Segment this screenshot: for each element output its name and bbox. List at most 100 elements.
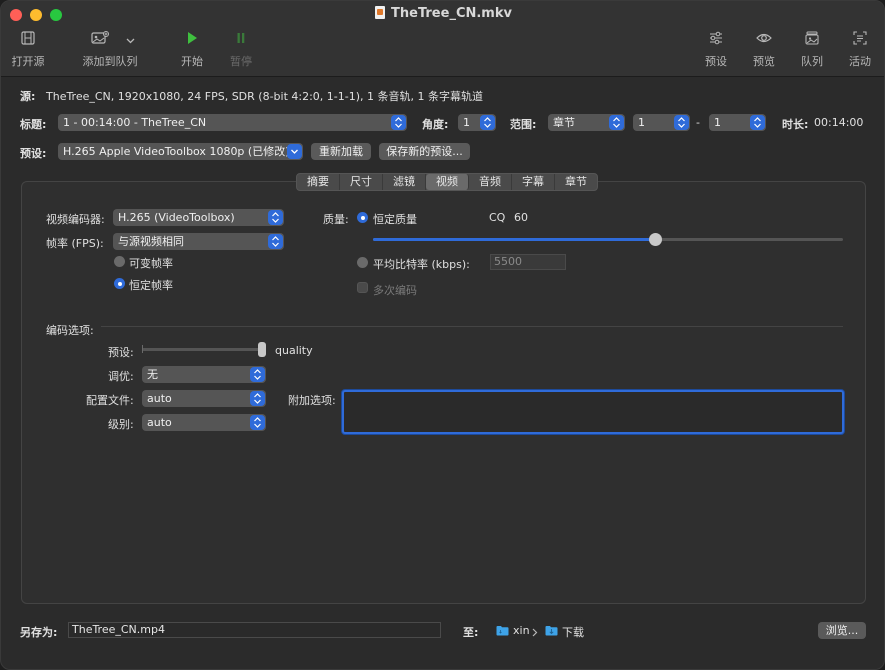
updown-chevron-icon [674,115,689,130]
reload-preset-button[interactable]: 重新加载 [311,143,371,160]
updown-chevron-icon [250,367,265,382]
range-start-select[interactable]: 1 [633,114,690,131]
quality-slider-fill [373,238,655,241]
profile-label: 配置文件: [86,394,134,407]
slider-tick [142,345,143,353]
duration-label: 时长: [782,118,809,131]
cq-value: 60 [514,211,528,224]
updown-chevron-icon [609,115,624,130]
variable-framerate-radio[interactable] [114,256,125,267]
range-type-select[interactable]: 章节 [548,114,625,131]
preview-button[interactable]: 预览 [752,31,776,69]
photo-stack-icon [800,31,824,47]
encoder-preset-label: 预设: [108,346,134,359]
window-title: TheTree_CN.mkv [1,6,884,21]
activity-log-icon [848,31,872,47]
constant-quality-radio[interactable] [357,212,368,223]
profile-select[interactable]: auto [142,390,266,407]
level-label: 级别: [108,418,134,431]
updown-chevron-icon [750,115,765,130]
encoder-preset-slider-knob[interactable] [258,342,266,357]
range-dash: - [696,116,700,129]
updown-chevron-icon [268,210,283,225]
sliders-icon [704,31,728,47]
bitrate-field[interactable]: 5500 [490,254,566,270]
updown-chevron-icon [250,391,265,406]
play-icon [180,31,204,47]
path-folder-downloads[interactable]: 下载 [562,624,584,640]
level-select[interactable]: auto [142,414,266,431]
chevron-down-icon [287,144,302,159]
encoder-options-label: 编码选项: [46,324,94,337]
pause-icon [229,31,253,47]
tune-select[interactable]: 无 [142,366,266,383]
downloads-folder-icon [545,625,558,639]
range-end-select[interactable]: 1 [709,114,766,131]
updown-chevron-icon [268,234,283,249]
save-new-preset-button[interactable]: 保存新的预设... [379,143,470,160]
avg-bitrate-radio[interactable] [357,257,368,268]
encoder-preset-slider[interactable] [142,342,266,357]
destination-label: 至: [463,626,479,639]
toolbar: TheTree_CN.mkv 打开源 添加到队列 开始 暂停 预设 预览 队列 … [1,1,884,77]
angle-label: 角度: [422,118,449,131]
activity-button[interactable]: 活动 [848,31,872,69]
variable-framerate-label: 可变帧率 [129,257,173,270]
open-source-button[interactable]: 打开源 [11,31,45,69]
filename-field[interactable]: TheTree_CN.mp4 [68,622,441,638]
tab-6[interactable]: 章节 [555,174,597,190]
tab-5[interactable]: 字幕 [512,174,555,190]
document-icon [375,6,386,19]
eye-icon [752,31,776,47]
source-label: 源: [20,90,36,103]
pause-button[interactable]: 暂停 [229,31,253,69]
encoder-options-divider [101,326,843,327]
film-icon [11,31,45,47]
encoder-preset-value: quality [275,344,313,357]
updown-chevron-icon [480,115,495,130]
duration-value: 00:14:00 [814,116,864,129]
chevron-right-icon [532,627,538,640]
quality-slider-track[interactable] [373,233,843,246]
app-window: TheTree_CN.mkv 打开源 添加到队列 开始 暂停 预设 预览 队列 … [0,0,885,670]
framerate-label: 帧率 (FPS): [46,237,104,250]
save-as-label: 另存为: [20,626,58,639]
title-select[interactable]: 1 - 00:14:00 - TheTree_CN [58,114,407,131]
multipass-checkbox[interactable] [357,282,368,293]
folder-icon [496,625,509,639]
add-to-queue-menu-chevron-icon[interactable] [126,34,135,47]
tab-1[interactable]: 尺寸 [340,174,383,190]
tab-4[interactable]: 音频 [469,174,512,190]
tab-3[interactable]: 视频 [426,174,469,190]
multipass-label: 多次编码 [373,284,417,297]
settings-tabs: 摘要 尺寸 滤镜 视频 音频 字幕 章节 [296,173,598,191]
source-info: TheTree_CN, 1920x1080, 24 FPS, SDR (8-bi… [46,90,484,103]
range-label: 范围: [510,118,537,131]
presets-button[interactable]: 预设 [704,31,728,69]
title-label: 标题: [20,118,47,131]
constant-framerate-label: 恒定帧率 [129,279,173,292]
cq-label: CQ [489,211,506,224]
tab-2[interactable]: 滤镜 [383,174,426,190]
start-button[interactable]: 开始 [180,31,204,69]
quality-label: 质量: [323,213,349,226]
updown-chevron-icon [391,115,406,130]
tune-label: 调优: [108,370,134,383]
queue-button[interactable]: 队列 [800,31,824,69]
avg-bitrate-label: 平均比特率 (kbps): [373,258,470,271]
framerate-select[interactable]: 与源视频相同 [113,233,284,250]
preset-select[interactable]: H.265 Apple VideoToolbox 1080p (已修改) [58,143,303,160]
angle-select[interactable]: 1 [458,114,496,131]
path-folder-xin[interactable]: xin [513,624,530,637]
preset-label: 预设: [20,147,47,160]
browse-button[interactable]: 浏览... [818,622,866,639]
quality-slider-knob[interactable] [649,233,662,246]
extra-options-label: 附加选项: [288,394,336,407]
tab-0[interactable]: 摘要 [297,174,340,190]
constant-quality-label: 恒定质量 [373,213,417,226]
updown-chevron-icon [250,415,265,430]
video-encoder-select[interactable]: H.265 (VideoToolbox) [113,209,284,226]
video-encoder-label: 视频编码器: [46,213,105,226]
constant-framerate-radio[interactable] [114,278,125,289]
extra-options-textarea[interactable] [342,390,844,434]
